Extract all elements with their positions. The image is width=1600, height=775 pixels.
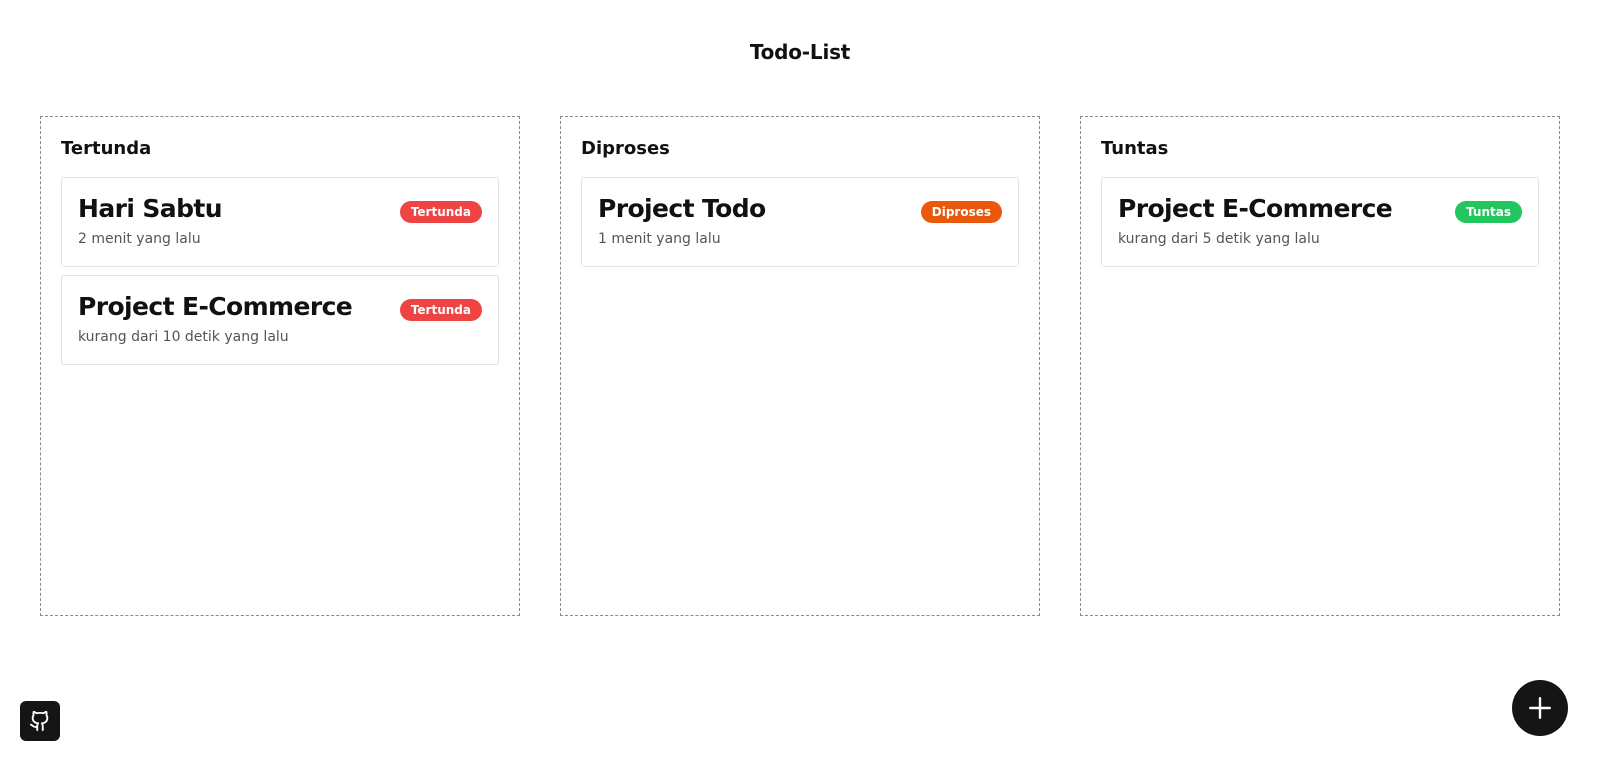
status-badge: Tuntas bbox=[1455, 201, 1522, 223]
todo-card-time: kurang dari 10 detik yang lalu bbox=[78, 329, 289, 345]
column-title: Diproses bbox=[581, 138, 670, 159]
status-badge: Tertunda bbox=[399, 299, 482, 321]
column-diproses: Diproses Project Todo 1 menit yang lalu … bbox=[560, 116, 1040, 616]
column-title: Tuntas bbox=[1101, 138, 1169, 159]
column-title: Tertunda bbox=[61, 138, 152, 159]
todo-card-time: kurang dari 5 detik yang lalu bbox=[1118, 231, 1320, 247]
github-icon bbox=[29, 710, 49, 732]
page-title: Todo-List bbox=[749, 40, 851, 64]
todo-card[interactable]: Project Todo 1 menit yang lalu Diproses bbox=[581, 177, 1019, 267]
plus-icon bbox=[1529, 697, 1551, 719]
kanban-board: Tertunda Hari Sabtu 2 menit yang lalu Te… bbox=[40, 116, 1560, 616]
column-tuntas: Tuntas Project E-Commerce kurang dari 5 … bbox=[1080, 116, 1560, 616]
column-tertunda: Tertunda Hari Sabtu 2 menit yang lalu Te… bbox=[40, 116, 520, 616]
todo-card[interactable]: Hari Sabtu 2 menit yang lalu Tertunda bbox=[61, 177, 499, 267]
status-badge: Diproses bbox=[920, 201, 1002, 223]
add-todo-button[interactable] bbox=[1512, 680, 1568, 736]
todo-card-time: 2 menit yang lalu bbox=[78, 231, 201, 247]
github-link-button[interactable] bbox=[20, 701, 60, 741]
todo-card[interactable]: Project E-Commerce kurang dari 10 detik … bbox=[61, 275, 499, 365]
status-badge: Tertunda bbox=[399, 201, 482, 223]
todo-card-time: 1 menit yang lalu bbox=[598, 231, 721, 247]
todo-card[interactable]: Project E-Commerce kurang dari 5 detik y… bbox=[1101, 177, 1539, 267]
